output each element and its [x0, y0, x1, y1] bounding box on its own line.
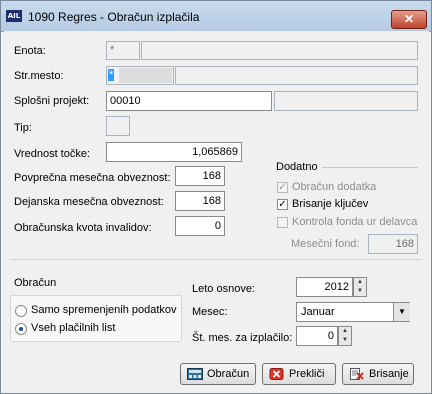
delete-doc-icon [349, 367, 365, 381]
spin-down-icon[interactable]: ▼ [354, 287, 366, 296]
splosni-projekt-name-field[interactable] [274, 91, 418, 111]
obracun-dodatka-label: Obračun dodatka [292, 181, 377, 193]
kvota-field[interactable]: 0 [175, 216, 225, 236]
vseh-placilnih-label: Vseh plačilnih list [31, 322, 116, 334]
str-mesto-name-field[interactable] [175, 66, 418, 85]
mesecni-fond-field[interactable]: 168 [368, 234, 418, 254]
str-mesto-shade [119, 68, 172, 83]
samo-spremenjenih-label: Samo spremenjenih podatkov [31, 304, 177, 316]
enota-label: Enota: [14, 45, 46, 57]
dodatno-title: Dodatno [276, 161, 318, 173]
mesecni-fond-label: Mesečni fond: [291, 238, 360, 250]
vrednost-tocke-field[interactable]: 1,065869 [106, 142, 242, 162]
leto-osnove-label: Leto osnove: [192, 283, 255, 295]
st-mes-label: Št. mes. za izplačilo: [192, 332, 293, 344]
cancel-x-icon [269, 367, 285, 381]
kvota-label: Obračunska kvota invalidov: [14, 222, 152, 234]
brisanje-button-label: Brisanje [369, 368, 409, 381]
vrednost-tocke-label: Vrednost točke: [14, 148, 91, 160]
dodatno-divider [322, 167, 418, 168]
leto-osnove-field[interactable]: 2012 [296, 277, 353, 297]
spin-down-icon[interactable]: ▼ [339, 336, 351, 345]
splosni-projekt-label: Splošni projekt: [14, 95, 90, 107]
st-mes-spinner[interactable]: ▲ ▼ [338, 326, 352, 346]
brisanje-kljucev-checkbox[interactable]: ✓ [277, 199, 288, 210]
leto-spinner[interactable]: ▲ ▼ [353, 277, 367, 297]
enota-code-field[interactable]: * [106, 41, 140, 60]
chevron-down-icon[interactable]: ▼ [393, 303, 410, 321]
splosni-projekt-field[interactable]: 00010 [106, 91, 272, 111]
povprecna-field[interactable]: 168 [175, 166, 225, 186]
enota-name-field[interactable] [141, 41, 418, 60]
dialog-body: Enota: * Str.mesto: * Splošni projekt: 0… [4, 31, 429, 390]
tip-field[interactable] [106, 116, 130, 136]
preklici-button[interactable]: Prekliči [262, 363, 336, 385]
obracun-options-box [10, 295, 182, 342]
samo-spremenjenih-radio[interactable] [15, 305, 27, 317]
close-icon: ✕ [403, 12, 415, 26]
dejanska-field[interactable]: 168 [175, 191, 225, 211]
dialog-window: AIL 1090 Regres - Obračun izplačila ✕ En… [0, 0, 432, 394]
st-mes-field[interactable]: 0 [296, 326, 338, 346]
spin-up-icon[interactable]: ▲ [354, 278, 366, 287]
vseh-placilnih-radio[interactable] [15, 323, 27, 335]
kontrola-fonda-checkbox[interactable] [277, 217, 288, 228]
mesec-label: Mesec: [192, 306, 228, 318]
obracun-title: Obračun [14, 277, 57, 289]
section-divider [10, 259, 422, 260]
title-bar[interactable]: AIL 1090 Regres - Obračun izplačila ✕ [1, 1, 431, 32]
povprecna-label: Povprečna mesečna obveznost: [14, 172, 171, 184]
brisanje-button[interactable]: Brisanje [342, 363, 414, 385]
close-button[interactable]: ✕ [391, 10, 427, 29]
window-title: 1090 Regres - Obračun izplačila [28, 10, 200, 24]
radio-selected-dot [19, 327, 23, 331]
str-mesto-label: Str.mesto: [14, 70, 64, 82]
mesec-selected-value: Januar [301, 306, 335, 318]
obracun-button[interactable]: Obračun [180, 363, 256, 385]
preklici-button-label: Prekliči [289, 368, 325, 381]
tip-label: Tip: [14, 122, 32, 134]
str-mesto-selected-text: * [108, 69, 115, 81]
spin-up-icon[interactable]: ▲ [339, 327, 351, 336]
brisanje-kljucev-label: Brisanje ključev [292, 198, 369, 210]
app-logo-icon: AIL [6, 10, 22, 22]
obracun-dodatka-checkbox[interactable]: ✓ [277, 182, 288, 193]
obracun-button-label: Obračun [207, 368, 250, 381]
dejanska-label: Dejanska mesečna obveznost: [14, 196, 164, 208]
calculator-icon [187, 367, 203, 381]
kontrola-fonda-label: Kontrola fonda ur delavca [292, 216, 418, 228]
